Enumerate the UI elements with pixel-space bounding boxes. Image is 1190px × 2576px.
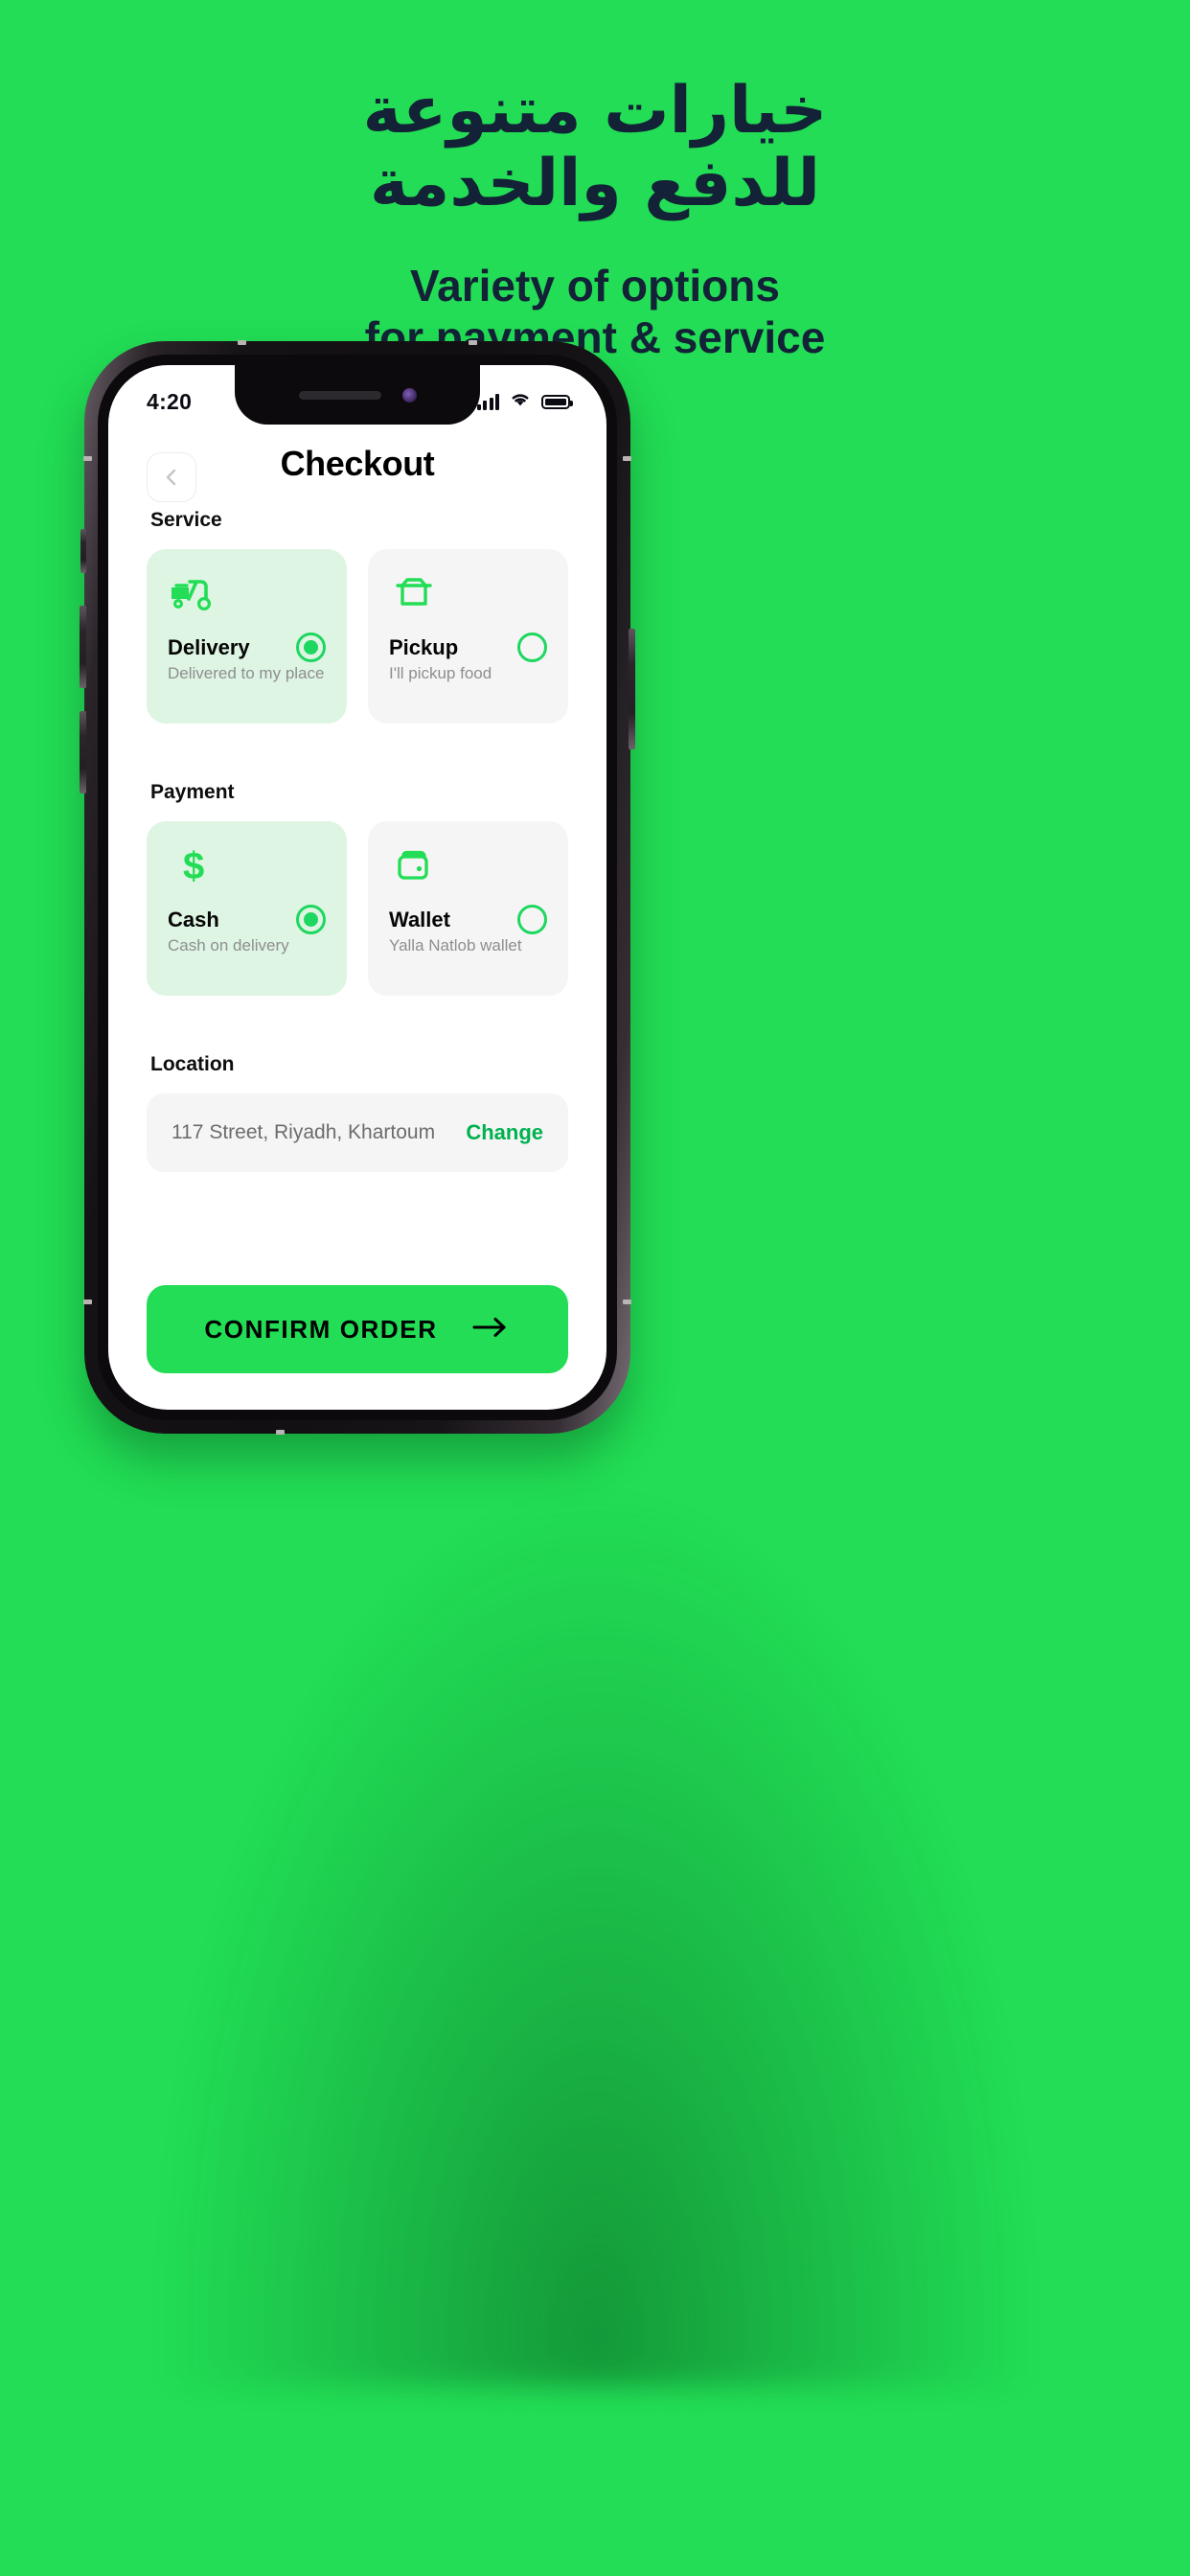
cellular-signal-icon bbox=[476, 393, 499, 410]
frame-antenna-seam bbox=[83, 1300, 92, 1304]
phone-power-button bbox=[629, 629, 635, 749]
frame-antenna-seam bbox=[623, 1300, 631, 1304]
payment-radio-cash[interactable] bbox=[296, 905, 326, 934]
scooter-delivery-icon bbox=[168, 572, 326, 622]
cta-container: CONFIRM ORDER bbox=[108, 1285, 606, 1373]
service-option-subtitle: Delivered to my place bbox=[168, 664, 325, 682]
promo-headline-english-line1: Variety of options bbox=[410, 261, 780, 311]
payment-section-label: Payment bbox=[150, 781, 235, 803]
payment-option-cash[interactable]: $ Cash Cash on delivery bbox=[147, 821, 347, 996]
payment-option-subtitle: Cash on delivery bbox=[168, 936, 289, 954]
payment-radio-wallet[interactable] bbox=[517, 905, 547, 934]
phone-mockup-frame: 4:20 Checkout Service Delivery Delivered… bbox=[80, 340, 635, 1435]
location-section-label: Location bbox=[150, 1053, 235, 1075]
frame-antenna-seam bbox=[83, 456, 92, 461]
confirm-order-label: CONFIRM ORDER bbox=[204, 1314, 438, 1344]
chevron-left-icon bbox=[161, 467, 182, 488]
arrow-right-icon bbox=[470, 1315, 511, 1345]
service-radio-pickup[interactable] bbox=[517, 632, 547, 662]
phone-bezel: 4:20 Checkout Service Delivery Delivered… bbox=[98, 355, 617, 1420]
frame-antenna-seam bbox=[469, 340, 477, 345]
location-address: 117 Street, Riyadh, Khartoum bbox=[172, 1121, 436, 1143]
phone-screen: 4:20 Checkout Service Delivery Delivered… bbox=[108, 365, 606, 1410]
back-button[interactable] bbox=[147, 452, 196, 502]
phone-notch bbox=[235, 365, 480, 425]
front-camera-icon bbox=[401, 387, 417, 402]
promo-header: خيارات متنوعة للدفع والخدمة Variety of o… bbox=[0, 0, 1190, 363]
service-option-subtitle: I'll pickup food bbox=[389, 664, 492, 682]
service-options-row: Delivery Delivered to my place Pickup I'… bbox=[108, 549, 606, 724]
location-box[interactable]: 117 Street, Riyadh, Khartoum Change bbox=[147, 1093, 568, 1172]
status-bar-icons bbox=[476, 391, 573, 412]
payment-option-wallet[interactable]: Wallet Yalla Natlob wallet bbox=[368, 821, 568, 996]
promo-headline-arabic: خيارات متنوعة للدفع والخدمة bbox=[0, 73, 1190, 222]
takeout-box-icon bbox=[389, 572, 547, 622]
confirm-order-button[interactable]: CONFIRM ORDER bbox=[147, 1285, 568, 1373]
promo-headline-arabic-line1: خيارات متنوعة bbox=[362, 73, 828, 149]
service-option-delivery[interactable]: Delivery Delivered to my place bbox=[147, 549, 347, 724]
phone-mute-switch bbox=[80, 529, 86, 573]
change-location-button[interactable]: Change bbox=[466, 1120, 543, 1145]
wallet-icon bbox=[389, 844, 547, 894]
promo-headline-arabic-line2: للدفع والخدمة bbox=[370, 146, 820, 222]
frame-antenna-seam bbox=[276, 1430, 285, 1435]
earpiece-speaker-icon bbox=[298, 390, 381, 400]
payment-option-subtitle: Yalla Natlob wallet bbox=[389, 936, 522, 954]
frame-antenna-seam bbox=[623, 456, 631, 461]
phone-volume-up-button bbox=[80, 606, 86, 688]
wifi-icon bbox=[510, 391, 531, 412]
payment-options-row: $ Cash Cash on delivery Wallet Yalla Nat… bbox=[108, 821, 606, 996]
status-bar-time: 4:20 bbox=[147, 388, 193, 414]
svg-text:$: $ bbox=[183, 845, 204, 886]
service-option-pickup[interactable]: Pickup I'll pickup food bbox=[368, 549, 568, 724]
service-section-label: Service bbox=[150, 509, 222, 531]
frame-antenna-seam bbox=[238, 340, 246, 345]
dollar-sign-icon: $ bbox=[168, 844, 326, 894]
service-radio-delivery[interactable] bbox=[296, 632, 326, 662]
phone-volume-down-button bbox=[80, 711, 86, 794]
phone-drop-shadow bbox=[100, 1370, 1092, 2386]
checkout-screen: Checkout Service Delivery Delivered to m… bbox=[108, 365, 606, 1410]
battery-full-icon bbox=[541, 394, 573, 409]
